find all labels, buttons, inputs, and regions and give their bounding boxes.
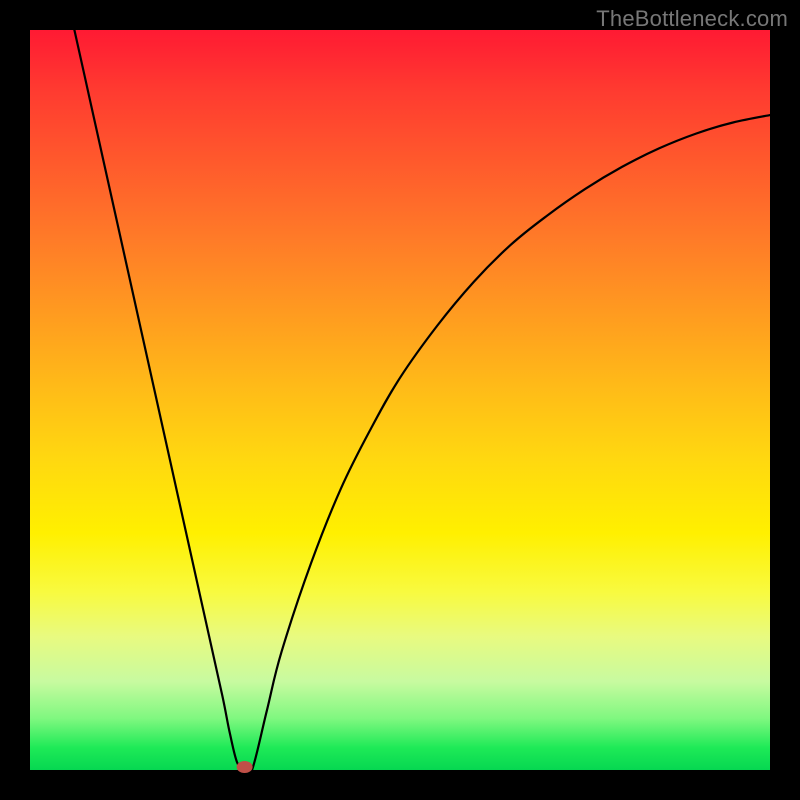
bottleneck-curve: [74, 30, 770, 775]
plot-area: [30, 30, 770, 770]
watermark-text: TheBottleneck.com: [596, 6, 788, 32]
chart-svg: [30, 30, 770, 770]
chart-frame: TheBottleneck.com: [0, 0, 800, 800]
optimum-marker: [237, 761, 253, 773]
